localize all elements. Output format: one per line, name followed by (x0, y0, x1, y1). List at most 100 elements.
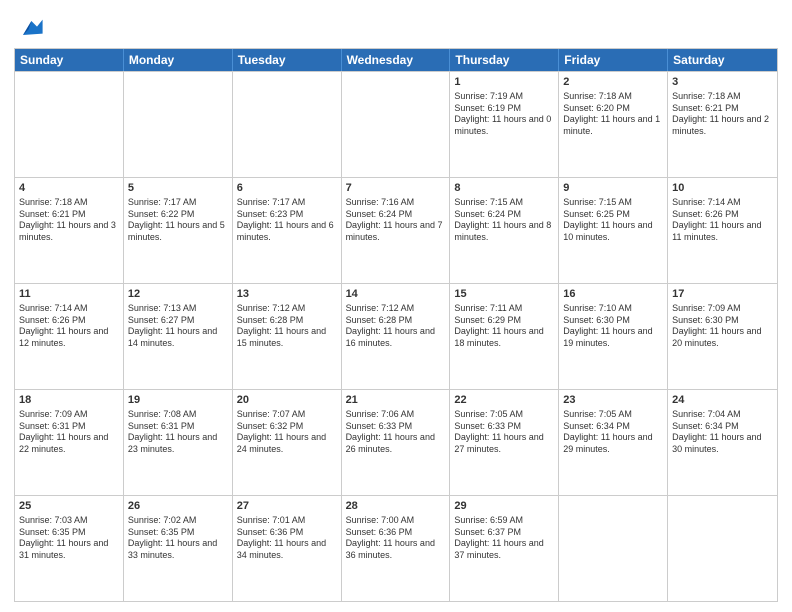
day-info: Sunrise: 7:15 AM Sunset: 6:24 PM Dayligh… (454, 197, 554, 244)
week-row-2: 4Sunrise: 7:18 AM Sunset: 6:21 PM Daylig… (15, 177, 777, 283)
day-number: 2 (563, 75, 663, 90)
logo-bird-icon (16, 14, 44, 42)
week-row-3: 11Sunrise: 7:14 AM Sunset: 6:26 PM Dayli… (15, 283, 777, 389)
day-number: 29 (454, 499, 554, 514)
day-number: 11 (19, 287, 119, 302)
day-info: Sunrise: 7:18 AM Sunset: 6:21 PM Dayligh… (672, 91, 773, 138)
day-cell-26: 26Sunrise: 7:02 AM Sunset: 6:35 PM Dayli… (124, 496, 233, 601)
day-number: 19 (128, 393, 228, 408)
day-cell-20: 20Sunrise: 7:07 AM Sunset: 6:32 PM Dayli… (233, 390, 342, 495)
calendar-body: 1Sunrise: 7:19 AM Sunset: 6:19 PM Daylig… (15, 71, 777, 601)
day-info: Sunrise: 7:11 AM Sunset: 6:29 PM Dayligh… (454, 303, 554, 350)
day-cell-empty (15, 72, 124, 177)
day-number: 23 (563, 393, 663, 408)
header-day-monday: Monday (124, 49, 233, 71)
day-number: 10 (672, 181, 773, 196)
day-cell-9: 9Sunrise: 7:15 AM Sunset: 6:25 PM Daylig… (559, 178, 668, 283)
day-info: Sunrise: 7:16 AM Sunset: 6:24 PM Dayligh… (346, 197, 446, 244)
day-number: 1 (454, 75, 554, 90)
day-info: Sunrise: 7:10 AM Sunset: 6:30 PM Dayligh… (563, 303, 663, 350)
day-cell-19: 19Sunrise: 7:08 AM Sunset: 6:31 PM Dayli… (124, 390, 233, 495)
day-cell-empty (342, 72, 451, 177)
day-info: Sunrise: 7:08 AM Sunset: 6:31 PM Dayligh… (128, 409, 228, 456)
day-info: Sunrise: 7:14 AM Sunset: 6:26 PM Dayligh… (19, 303, 119, 350)
header-day-tuesday: Tuesday (233, 49, 342, 71)
day-info: Sunrise: 7:02 AM Sunset: 6:35 PM Dayligh… (128, 515, 228, 562)
day-info: Sunrise: 7:13 AM Sunset: 6:27 PM Dayligh… (128, 303, 228, 350)
day-info: Sunrise: 7:18 AM Sunset: 6:20 PM Dayligh… (563, 91, 663, 138)
day-cell-2: 2Sunrise: 7:18 AM Sunset: 6:20 PM Daylig… (559, 72, 668, 177)
day-number: 26 (128, 499, 228, 514)
calendar: SundayMondayTuesdayWednesdayThursdayFrid… (14, 48, 778, 602)
day-number: 21 (346, 393, 446, 408)
header-day-sunday: Sunday (15, 49, 124, 71)
day-number: 18 (19, 393, 119, 408)
day-cell-empty (233, 72, 342, 177)
day-cell-11: 11Sunrise: 7:14 AM Sunset: 6:26 PM Dayli… (15, 284, 124, 389)
day-number: 15 (454, 287, 554, 302)
day-info: Sunrise: 7:05 AM Sunset: 6:33 PM Dayligh… (454, 409, 554, 456)
calendar-header-row: SundayMondayTuesdayWednesdayThursdayFrid… (15, 49, 777, 71)
header (14, 10, 778, 42)
day-info: Sunrise: 7:17 AM Sunset: 6:22 PM Dayligh… (128, 197, 228, 244)
day-info: Sunrise: 7:18 AM Sunset: 6:21 PM Dayligh… (19, 197, 119, 244)
day-info: Sunrise: 7:04 AM Sunset: 6:34 PM Dayligh… (672, 409, 773, 456)
day-number: 13 (237, 287, 337, 302)
day-info: Sunrise: 7:17 AM Sunset: 6:23 PM Dayligh… (237, 197, 337, 244)
day-cell-empty (559, 496, 668, 601)
header-day-thursday: Thursday (450, 49, 559, 71)
day-number: 12 (128, 287, 228, 302)
day-cell-23: 23Sunrise: 7:05 AM Sunset: 6:34 PM Dayli… (559, 390, 668, 495)
day-number: 24 (672, 393, 773, 408)
day-cell-1: 1Sunrise: 7:19 AM Sunset: 6:19 PM Daylig… (450, 72, 559, 177)
day-cell-21: 21Sunrise: 7:06 AM Sunset: 6:33 PM Dayli… (342, 390, 451, 495)
day-cell-10: 10Sunrise: 7:14 AM Sunset: 6:26 PM Dayli… (668, 178, 777, 283)
header-day-wednesday: Wednesday (342, 49, 451, 71)
day-info: Sunrise: 6:59 AM Sunset: 6:37 PM Dayligh… (454, 515, 554, 562)
day-info: Sunrise: 7:06 AM Sunset: 6:33 PM Dayligh… (346, 409, 446, 456)
day-cell-22: 22Sunrise: 7:05 AM Sunset: 6:33 PM Dayli… (450, 390, 559, 495)
day-cell-14: 14Sunrise: 7:12 AM Sunset: 6:28 PM Dayli… (342, 284, 451, 389)
day-cell-24: 24Sunrise: 7:04 AM Sunset: 6:34 PM Dayli… (668, 390, 777, 495)
calendar-page: SundayMondayTuesdayWednesdayThursdayFrid… (0, 0, 792, 612)
day-number: 20 (237, 393, 337, 408)
day-cell-15: 15Sunrise: 7:11 AM Sunset: 6:29 PM Dayli… (450, 284, 559, 389)
day-number: 9 (563, 181, 663, 196)
week-row-4: 18Sunrise: 7:09 AM Sunset: 6:31 PM Dayli… (15, 389, 777, 495)
day-number: 8 (454, 181, 554, 196)
day-cell-16: 16Sunrise: 7:10 AM Sunset: 6:30 PM Dayli… (559, 284, 668, 389)
day-number: 7 (346, 181, 446, 196)
day-info: Sunrise: 7:14 AM Sunset: 6:26 PM Dayligh… (672, 197, 773, 244)
header-day-friday: Friday (559, 49, 668, 71)
day-cell-12: 12Sunrise: 7:13 AM Sunset: 6:27 PM Dayli… (124, 284, 233, 389)
day-cell-5: 5Sunrise: 7:17 AM Sunset: 6:22 PM Daylig… (124, 178, 233, 283)
day-info: Sunrise: 7:12 AM Sunset: 6:28 PM Dayligh… (237, 303, 337, 350)
day-number: 22 (454, 393, 554, 408)
day-number: 6 (237, 181, 337, 196)
day-cell-7: 7Sunrise: 7:16 AM Sunset: 6:24 PM Daylig… (342, 178, 451, 283)
day-cell-3: 3Sunrise: 7:18 AM Sunset: 6:21 PM Daylig… (668, 72, 777, 177)
day-info: Sunrise: 7:05 AM Sunset: 6:34 PM Dayligh… (563, 409, 663, 456)
logo (14, 14, 44, 42)
day-number: 5 (128, 181, 228, 196)
day-cell-25: 25Sunrise: 7:03 AM Sunset: 6:35 PM Dayli… (15, 496, 124, 601)
day-cell-27: 27Sunrise: 7:01 AM Sunset: 6:36 PM Dayli… (233, 496, 342, 601)
day-info: Sunrise: 7:00 AM Sunset: 6:36 PM Dayligh… (346, 515, 446, 562)
day-info: Sunrise: 7:12 AM Sunset: 6:28 PM Dayligh… (346, 303, 446, 350)
day-number: 3 (672, 75, 773, 90)
day-cell-empty (668, 496, 777, 601)
day-cell-18: 18Sunrise: 7:09 AM Sunset: 6:31 PM Dayli… (15, 390, 124, 495)
day-number: 25 (19, 499, 119, 514)
day-info: Sunrise: 7:01 AM Sunset: 6:36 PM Dayligh… (237, 515, 337, 562)
day-number: 17 (672, 287, 773, 302)
day-info: Sunrise: 7:09 AM Sunset: 6:30 PM Dayligh… (672, 303, 773, 350)
day-info: Sunrise: 7:19 AM Sunset: 6:19 PM Dayligh… (454, 91, 554, 138)
day-number: 4 (19, 181, 119, 196)
header-day-saturday: Saturday (668, 49, 777, 71)
day-info: Sunrise: 7:09 AM Sunset: 6:31 PM Dayligh… (19, 409, 119, 456)
day-cell-29: 29Sunrise: 6:59 AM Sunset: 6:37 PM Dayli… (450, 496, 559, 601)
day-cell-17: 17Sunrise: 7:09 AM Sunset: 6:30 PM Dayli… (668, 284, 777, 389)
day-number: 14 (346, 287, 446, 302)
day-cell-6: 6Sunrise: 7:17 AM Sunset: 6:23 PM Daylig… (233, 178, 342, 283)
day-cell-28: 28Sunrise: 7:00 AM Sunset: 6:36 PM Dayli… (342, 496, 451, 601)
